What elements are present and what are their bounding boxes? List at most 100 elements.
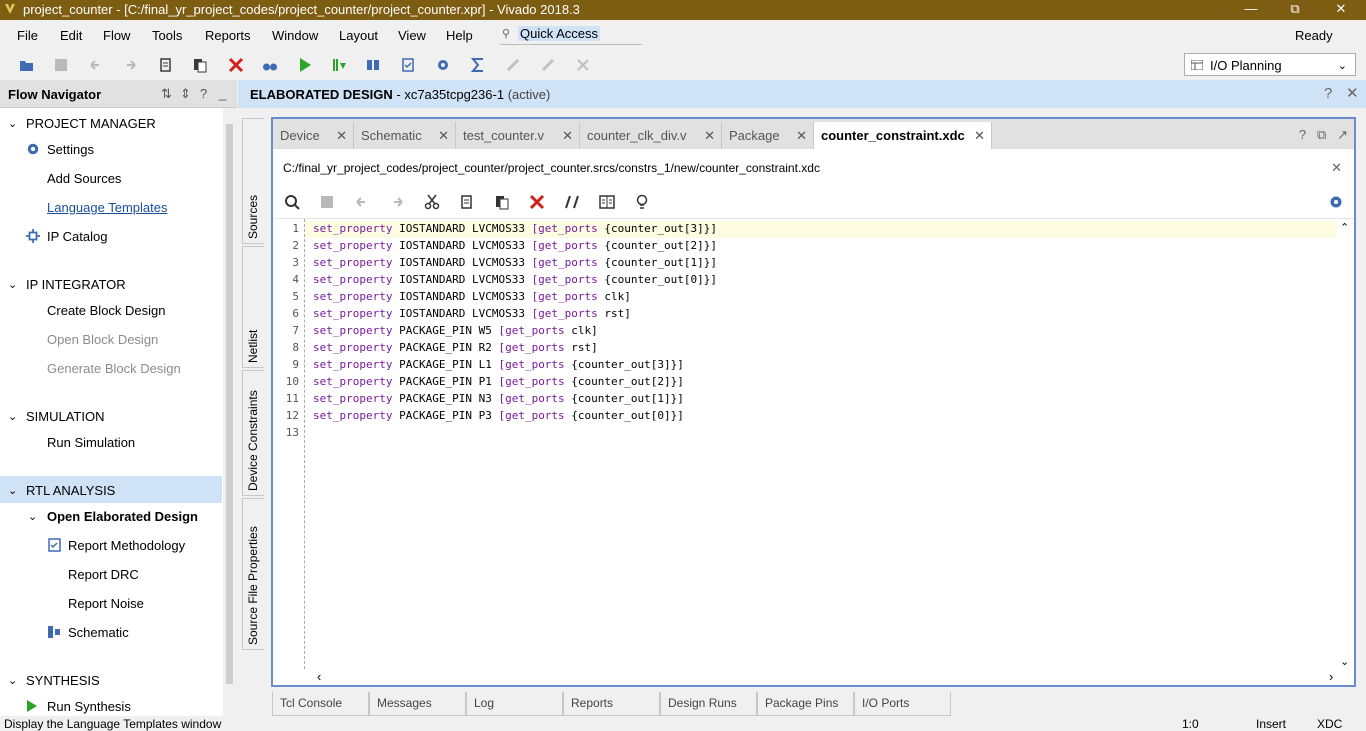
close-icon[interactable]: ✕ [336, 128, 347, 144]
close-icon[interactable]: ✕ [1346, 84, 1359, 102]
tab-messages[interactable]: Messages [369, 692, 466, 716]
chevron-down-icon[interactable]: ⌄ [8, 484, 17, 497]
copy-icon[interactable] [157, 56, 175, 74]
close-icon[interactable]: ✕ [974, 128, 985, 144]
tab-tcl-console[interactable]: Tcl Console [272, 692, 369, 716]
run-icon[interactable] [296, 56, 314, 74]
program-device-icon[interactable] [330, 56, 348, 74]
side-tab-netlist[interactable]: Netlist [242, 246, 264, 368]
help-icon[interactable]: ? [1299, 127, 1306, 142]
nav-run-simulation[interactable]: Run Simulation [47, 435, 135, 450]
redo-icon[interactable] [121, 56, 139, 74]
step-icon[interactable] [364, 56, 382, 74]
nav-create-block-design[interactable]: Create Block Design [47, 303, 166, 318]
nav-open-block-design[interactable]: Open Block Design [47, 332, 158, 347]
close-icon[interactable]: ✕ [796, 128, 807, 144]
help-icon[interactable]: ? [200, 86, 207, 101]
sigma-icon[interactable] [469, 56, 487, 74]
redo-icon[interactable] [388, 193, 406, 211]
horizontal-scrollbar[interactable]: ‹ › [273, 669, 1354, 685]
menu-layout[interactable]: Layout [339, 28, 378, 43]
section-synthesis[interactable]: SYNTHESIS [26, 673, 100, 688]
undo-icon[interactable] [87, 56, 105, 74]
nav-open-elaborated-design[interactable]: Open Elaborated Design [47, 509, 198, 524]
save-icon[interactable] [52, 56, 70, 74]
chevron-down-icon[interactable]: ⌄ [8, 410, 17, 423]
paste-icon[interactable] [191, 56, 209, 74]
report-icon[interactable] [399, 56, 417, 74]
layout-select[interactable]: I/O Planning ⌄ [1184, 53, 1356, 76]
menu-window[interactable]: Window [272, 28, 318, 43]
tab-test-counter[interactable]: test_counter.v ✕ [456, 122, 580, 149]
code-editor[interactable]: 1 2 3 4 5 6 7 8 9 10 11 12 13 set_property IOSTANDAR… [273, 219, 1354, 669]
nav-report-methodology[interactable]: Report Methodology [68, 538, 185, 553]
side-tab-source-file-properties[interactable]: Source File Properties [242, 498, 264, 650]
settings-gear-icon[interactable] [434, 56, 452, 74]
restore-panel-icon[interactable]: ⧉ [1317, 127, 1326, 142]
undo-icon[interactable] [353, 193, 371, 211]
nav-ip-catalog[interactable]: IP Catalog [47, 229, 107, 244]
maximize-panel-icon[interactable]: ↗ [1337, 127, 1348, 142]
close-icon[interactable]: ✕ [1331, 160, 1342, 176]
menu-view[interactable]: View [398, 28, 426, 43]
cut-icon[interactable] [423, 193, 441, 211]
chevron-down-icon[interactable]: ⌄ [28, 510, 37, 523]
paste-icon[interactable] [493, 193, 511, 211]
chevron-down-icon[interactable]: ⌄ [8, 674, 17, 687]
delete-icon[interactable] [528, 193, 546, 211]
chevron-left-icon[interactable]: ‹ [317, 669, 321, 684]
chevron-down-icon[interactable]: ⌄ [8, 278, 17, 291]
chevron-up-icon[interactable]: ⌃ [1340, 221, 1349, 234]
minimize-button[interactable]: — [1228, 0, 1274, 20]
close-icon[interactable]: ✕ [704, 128, 715, 144]
vertical-scrollbar[interactable]: ⌃ ⌄ [1337, 219, 1354, 669]
scrollbar-thumb[interactable] [226, 124, 233, 684]
open-project-icon[interactable] [18, 56, 36, 74]
section-simulation[interactable]: SIMULATION [26, 409, 105, 424]
search-icon[interactable] [283, 193, 301, 211]
tab-schematic[interactable]: Schematic ✕ [354, 122, 456, 149]
nav-report-drc[interactable]: Report DRC [68, 567, 139, 582]
collapse-all-icon[interactable]: ⇅ [161, 86, 172, 102]
nav-add-sources[interactable]: Add Sources [47, 171, 121, 186]
tab-log[interactable]: Log [466, 692, 563, 716]
side-tab-sources[interactable]: Sources [242, 118, 264, 244]
nav-settings[interactable]: Settings [47, 142, 94, 157]
tab-counter-constraint[interactable]: counter_constraint.xdc ✕ [814, 122, 992, 149]
section-rtl-analysis[interactable]: RTL ANALYSIS [26, 483, 115, 498]
tab-design-runs[interactable]: Design Runs [660, 692, 757, 716]
nav-run-synthesis[interactable]: Run Synthesis [47, 699, 131, 714]
close-button[interactable]: ✕ [1318, 0, 1364, 20]
section-ip-integrator[interactable]: IP INTEGRATOR [26, 277, 126, 292]
tab-package-pins[interactable]: Package Pins [757, 692, 854, 716]
lightbulb-icon[interactable] [633, 193, 651, 211]
nav-generate-block-design[interactable]: Generate Block Design [47, 361, 181, 376]
tab-package[interactable]: Package ✕ [722, 122, 814, 149]
settings-gear-icon[interactable] [1327, 193, 1345, 211]
chevron-down-icon[interactable]: ⌄ [1340, 655, 1349, 668]
tab-reports[interactable]: Reports [563, 692, 660, 716]
side-tab-device-constraints[interactable]: Device Constraints [242, 370, 264, 496]
nav-report-noise[interactable]: Report Noise [68, 596, 144, 611]
menu-help[interactable]: Help [446, 28, 473, 43]
nav-schematic[interactable]: Schematic [68, 625, 129, 640]
menu-flow[interactable]: Flow [103, 28, 130, 43]
disabled-tool-icon[interactable] [504, 56, 522, 74]
section-project-manager[interactable]: PROJECT MANAGER [26, 116, 156, 131]
quick-access-search[interactable]: ⚲ Quick Access [500, 25, 642, 45]
chevron-down-icon[interactable]: ⌄ [8, 117, 17, 130]
restore-button[interactable]: ⧉ [1272, 0, 1318, 20]
close-icon[interactable]: ✕ [438, 128, 449, 144]
find-icon[interactable] [261, 56, 279, 74]
help-icon[interactable]: ? [1324, 85, 1332, 102]
minimize-panel-icon[interactable]: _ [219, 86, 226, 101]
nav-language-templates[interactable]: Language Templates [47, 200, 167, 215]
edit-tool-icon[interactable] [539, 56, 557, 74]
menu-file[interactable]: File [17, 28, 38, 43]
menu-tools[interactable]: Tools [152, 28, 182, 43]
menu-edit[interactable]: Edit [60, 28, 82, 43]
insert-template-icon[interactable] [598, 193, 616, 211]
save-icon[interactable] [318, 193, 336, 211]
menu-reports[interactable]: Reports [205, 28, 251, 43]
tab-io-ports[interactable]: I/O Ports [854, 692, 951, 716]
